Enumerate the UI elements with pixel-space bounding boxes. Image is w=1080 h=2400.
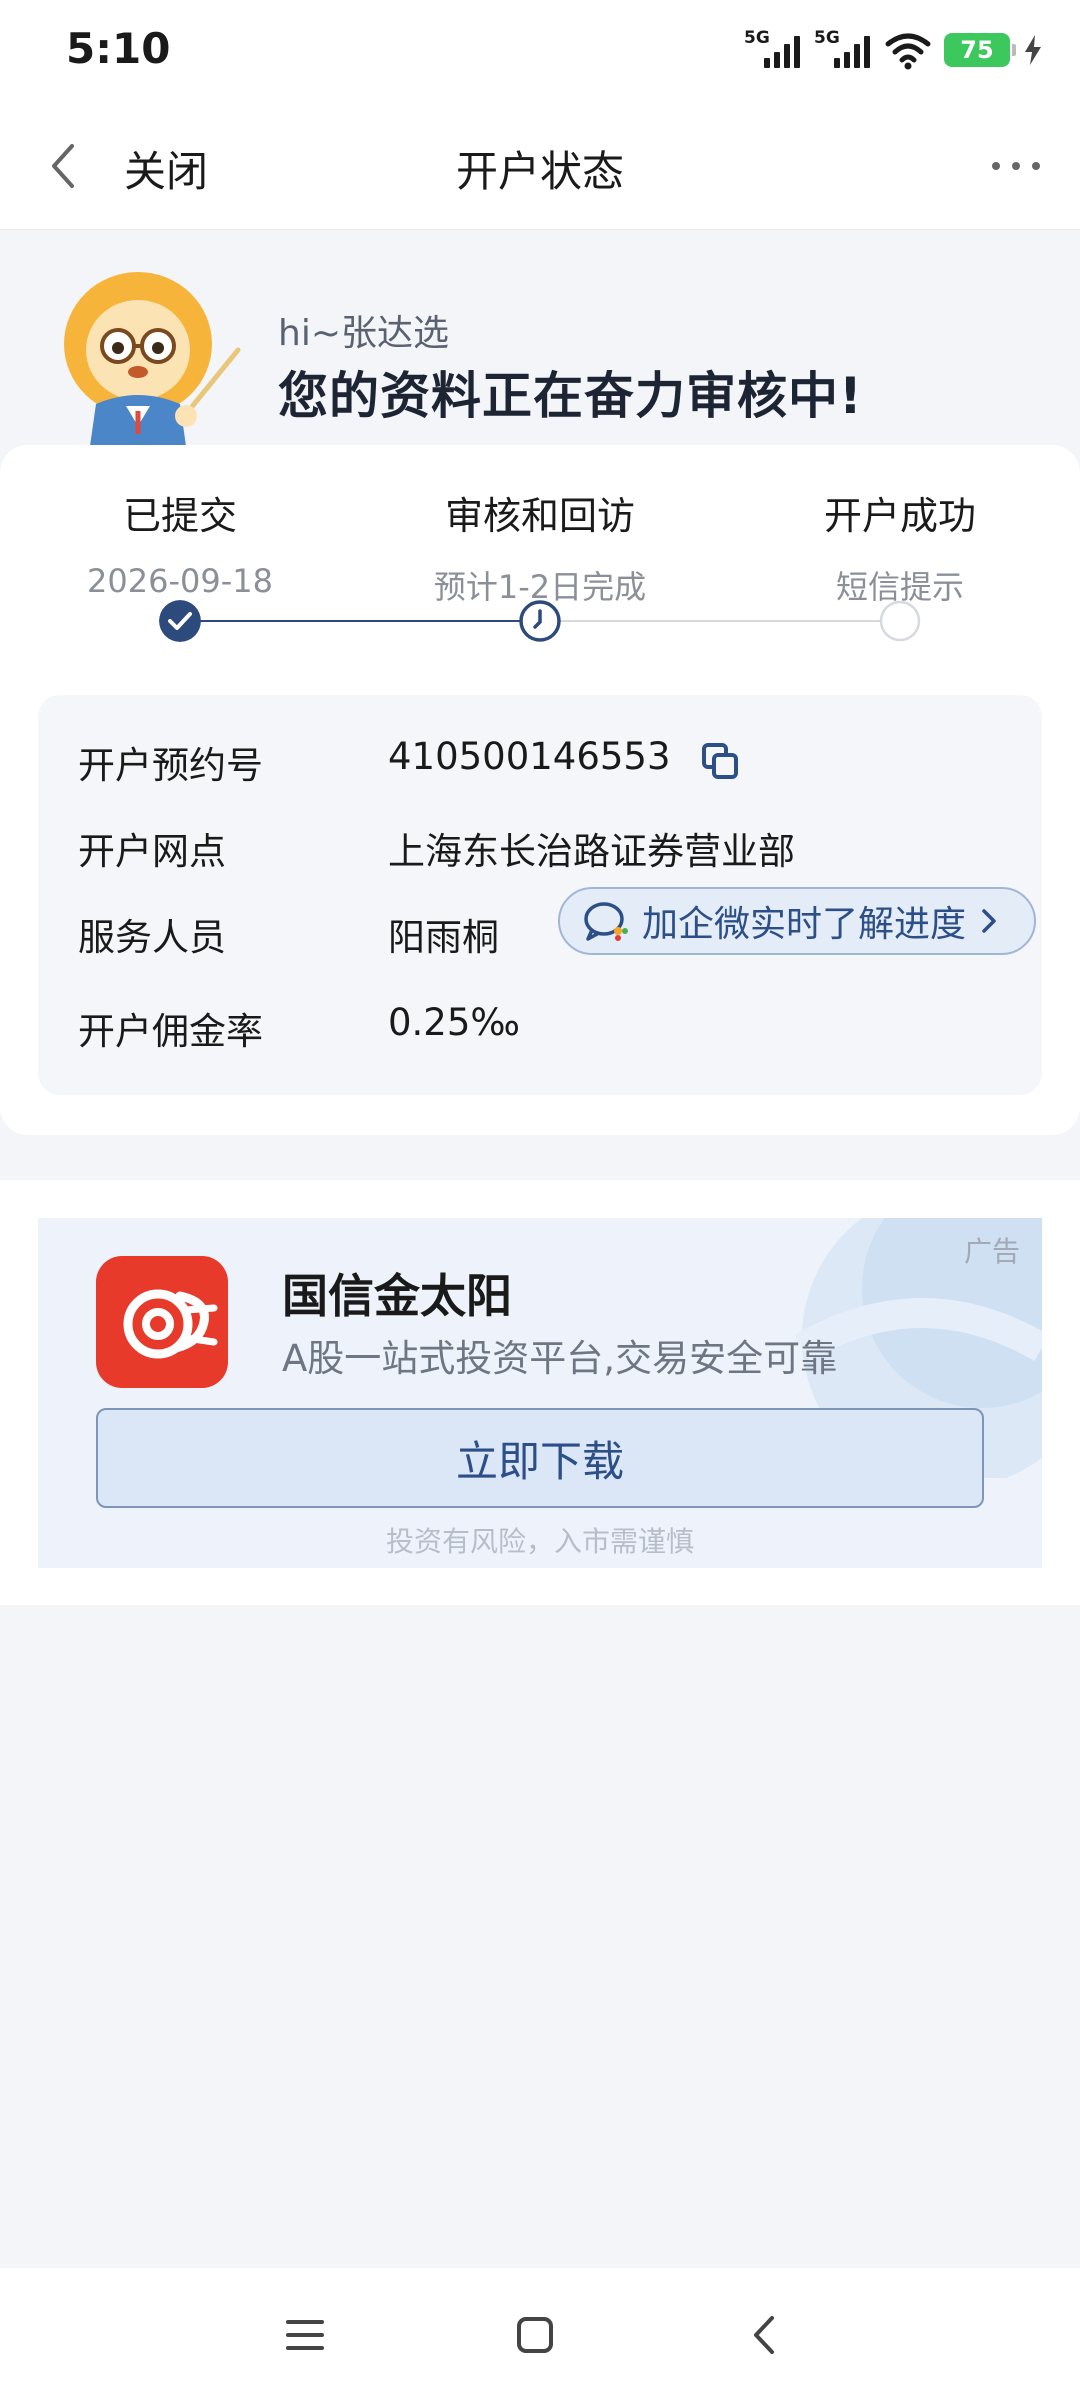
lion-mascot-image	[64, 272, 241, 446]
greeting-hi: hi~张达选	[278, 313, 449, 354]
info-row-reservation: 开户预约号 410500146553	[78, 735, 1022, 795]
step-title: 已提交	[122, 494, 237, 538]
wecom-chat-icon	[584, 902, 628, 941]
nav-bar: 关闭 开户状态	[0, 100, 1080, 230]
progress-card: 已提交 2026-09-18 审核和回访 预计1-2日完成 开户成功 短信提示 …	[0, 445, 1080, 1135]
more-options-icon[interactable]	[992, 162, 1040, 170]
check-icon	[159, 600, 201, 642]
reservation-number: 410500146553	[388, 735, 671, 778]
add-wechat-label: 加企微实时了解进度	[642, 904, 967, 945]
progress-track-done	[180, 620, 540, 622]
progress-track-pending	[540, 620, 900, 622]
wifi-icon	[885, 33, 931, 70]
status-headline: 您的资料正在奋力审核中!	[278, 367, 863, 425]
branch-label: 开户网点	[78, 830, 226, 873]
system-nav-bar	[0, 2268, 1080, 2400]
info-row-branch: 开户网点 上海东长治路证券营业部	[78, 821, 1022, 881]
step-title: 审核和回访	[444, 494, 635, 538]
charging-icon	[1025, 35, 1041, 65]
signal-label: 5G	[744, 28, 770, 48]
branch-value: 上海东长治路证券营业部	[388, 830, 795, 873]
info-row-staff: 服务人员 阳雨桐 加企微实时了解进度	[78, 887, 1036, 967]
commission-label: 开户佣金率	[78, 1010, 263, 1053]
ad-section: 广告 国信金太阳 A股一站式投资平台,交易安全可靠 立即下载 投资有风险，入市需…	[0, 1180, 1080, 1605]
signal-label: 5G	[814, 28, 840, 48]
step-title: 开户成功	[823, 494, 976, 538]
app-logo-icon	[96, 1256, 228, 1388]
reservation-label: 开户预约号	[78, 744, 263, 787]
status-time: 5:10	[66, 24, 171, 73]
step-review: 审核和回访 预计1-2日完成	[370, 485, 710, 608]
step-date: 2026-09-18	[87, 562, 273, 600]
step-success: 开户成功 短信提示	[730, 485, 1070, 608]
info-row-commission: 开户佣金率 0.25‰	[78, 1001, 1022, 1061]
home-icon[interactable]	[510, 2310, 560, 2360]
copy-icon[interactable]	[700, 741, 740, 781]
menu-icon[interactable]	[280, 2310, 330, 2360]
account-info-box: 开户预约号 410500146553 开户网点 上海东长治路证券营业部 服务人员…	[38, 695, 1042, 1095]
staff-label: 服务人员	[78, 916, 226, 959]
status-icons: 5G 5G 75	[744, 28, 1044, 72]
status-bar: 5:10 5G 5G 75	[0, 0, 1080, 100]
commission-value: 0.25‰	[388, 1001, 521, 1044]
add-wechat-button[interactable]: 加企微实时了解进度	[558, 887, 1036, 955]
risk-disclaimer: 投资有风险，入市需谨慎	[385, 1525, 694, 1558]
cellular-signal-icon: 5G	[744, 28, 802, 70]
staff-value: 阳雨桐	[388, 916, 499, 959]
cellular-signal-icon: 5G	[814, 28, 872, 70]
battery-icon: 75	[944, 33, 1016, 67]
app-name: 国信金太阳	[282, 1269, 512, 1323]
chevron-right-icon	[982, 909, 996, 933]
ad-card[interactable]: 广告 国信金太阳 A股一站式投资平台,交易安全可靠 立即下载 投资有风险，入市需…	[38, 1218, 1042, 1568]
clock-icon	[519, 600, 561, 642]
page-title: 开户状态	[455, 147, 624, 196]
system-back-icon[interactable]	[740, 2310, 790, 2360]
greeting-area: hi~张达选 您的资料正在奋力审核中!	[0, 230, 1080, 446]
pending-circle-icon	[879, 600, 921, 642]
ad-tag: 广告	[963, 1235, 1020, 1268]
step-submitted: 已提交 2026-09-18	[10, 485, 350, 600]
download-button[interactable]: 立即下载	[96, 1408, 984, 1508]
app-description: A股一站式投资平台,交易安全可靠	[282, 1337, 838, 1380]
